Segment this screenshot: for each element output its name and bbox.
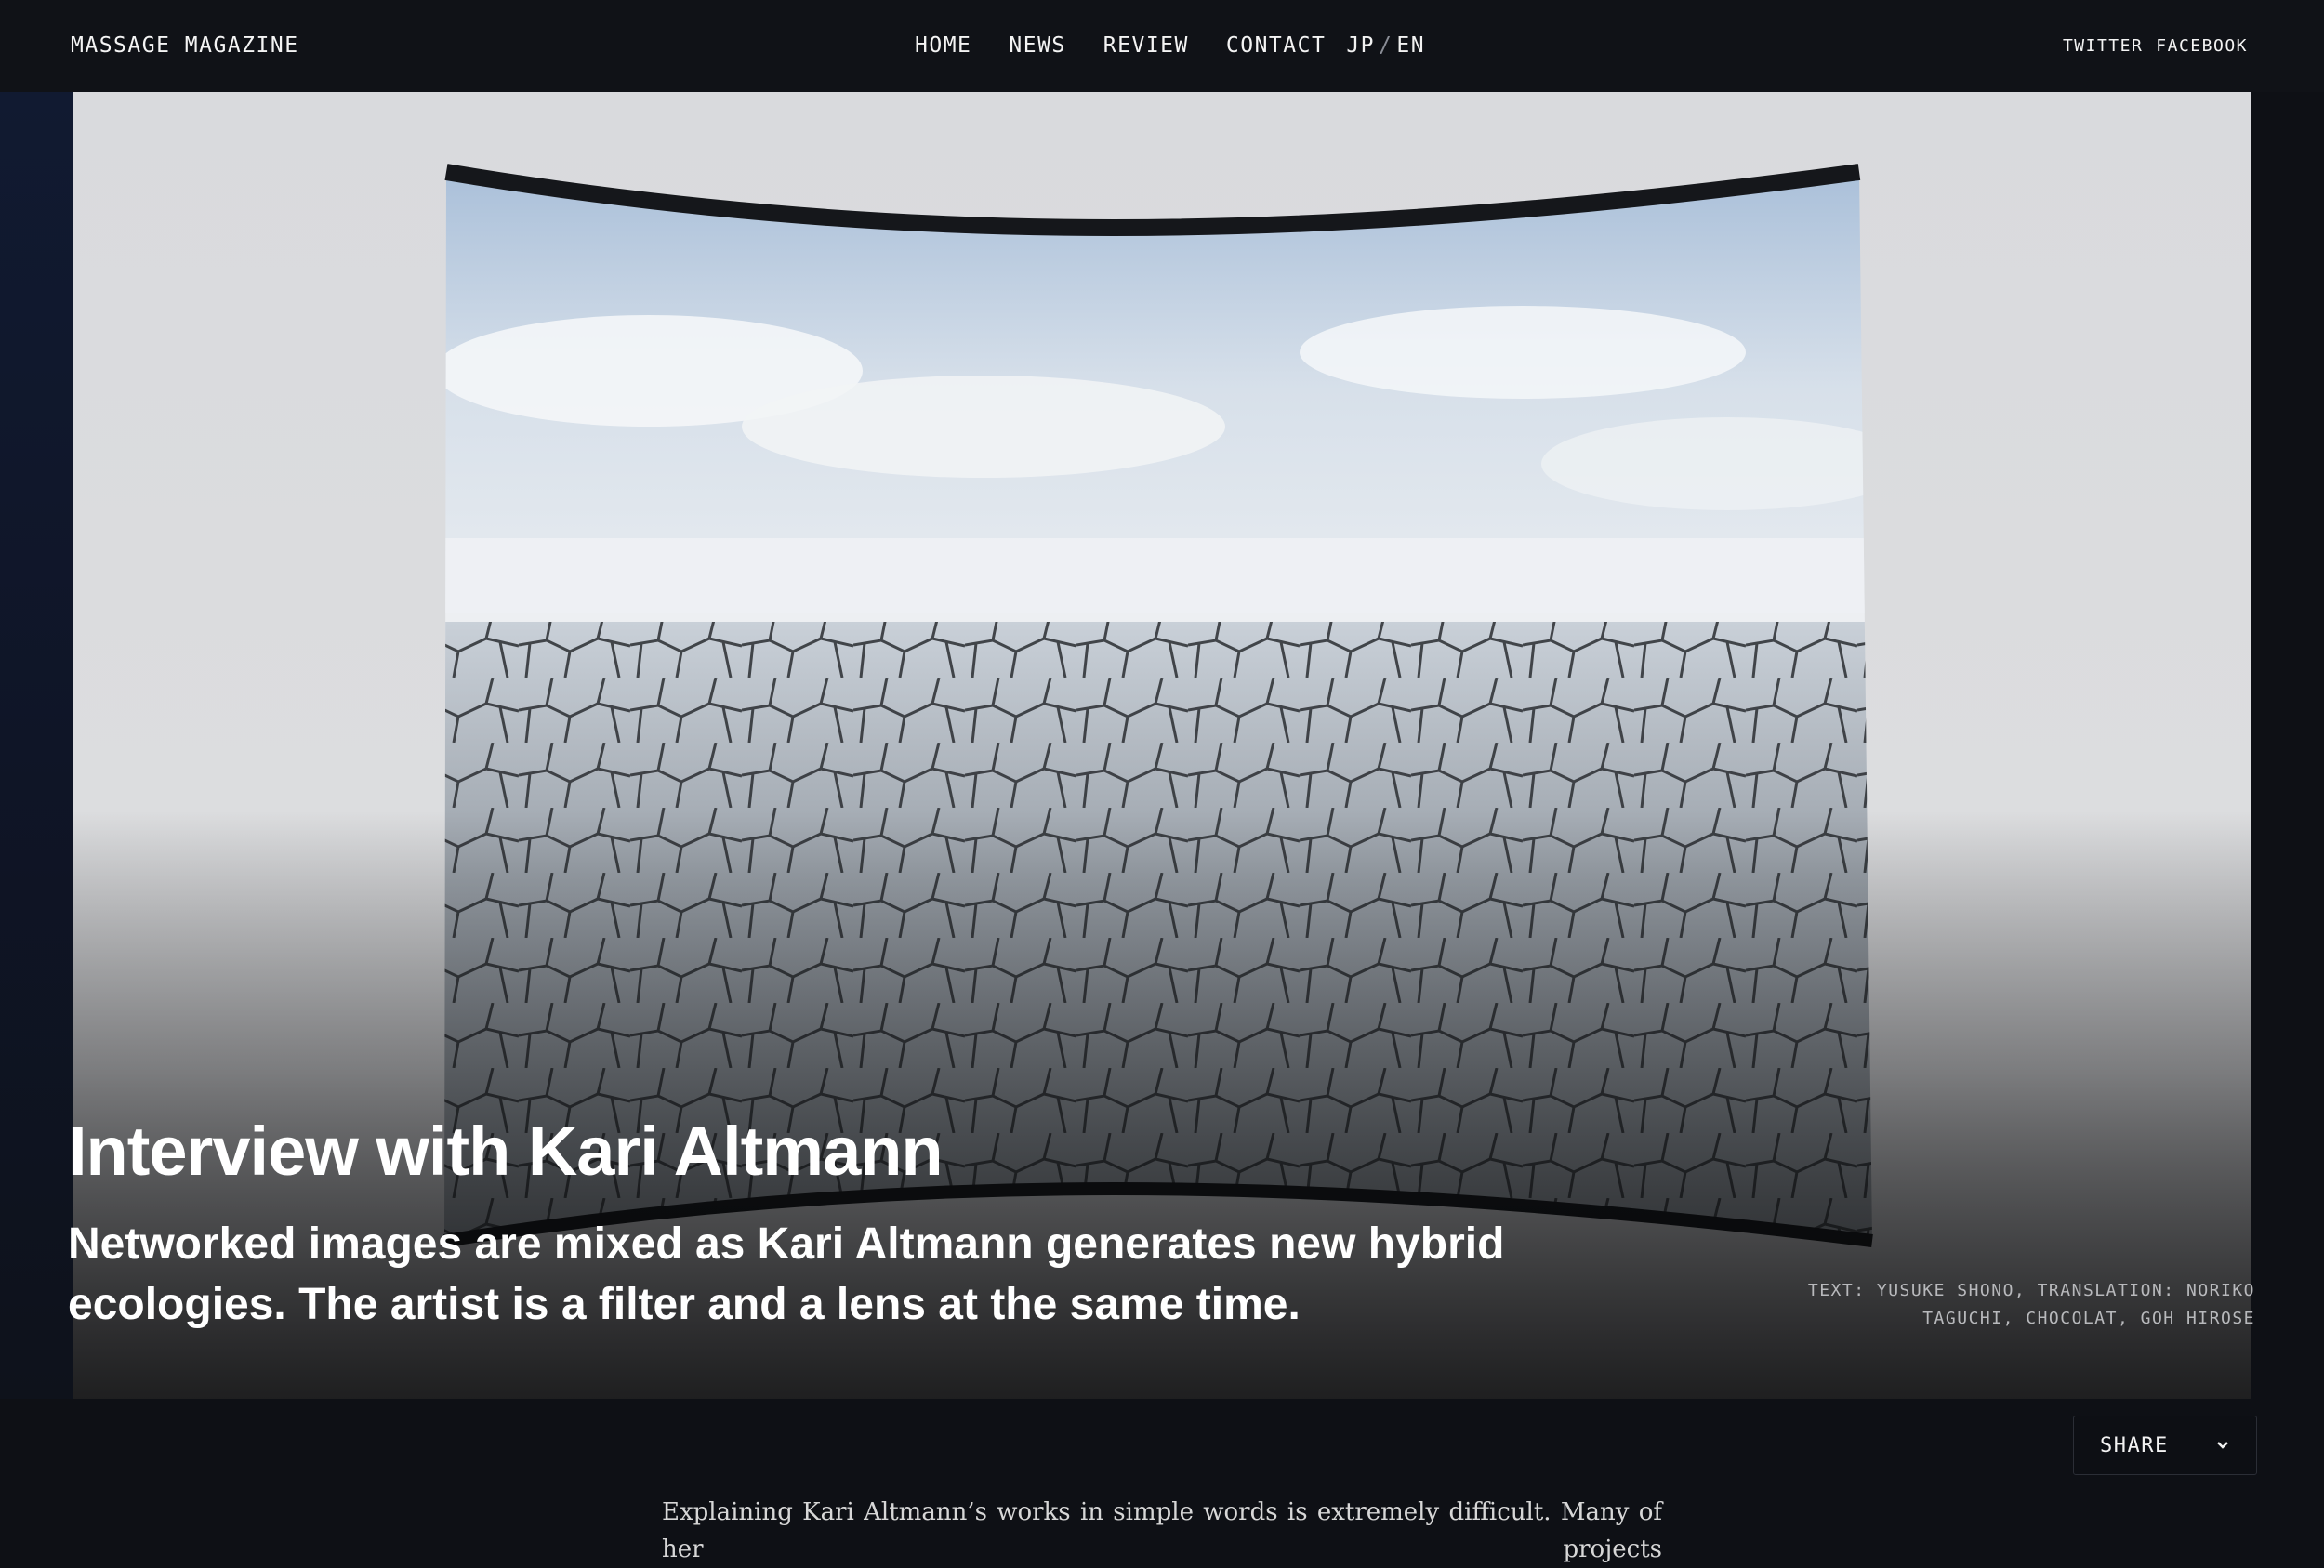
nav-contact[interactable]: CONTACT [1226, 33, 1326, 58]
facebook-link[interactable]: FACEBOOK [2156, 36, 2248, 56]
social-links: TWITTER FACEBOOK [2050, 36, 2248, 56]
nav-news[interactable]: NEWS [1009, 33, 1065, 58]
share-label: SHARE [2100, 1433, 2169, 1457]
hero-image [73, 92, 2251, 1399]
article-body: Explaining Kari Altmann’s works in simpl… [662, 1498, 1662, 1563]
main-nav: HOME NEWS REVIEW CONTACT JP / EN [915, 33, 1425, 58]
credits-line-2: TAGUCHI, CHOCOLAT, GOH HIROSE [1922, 1309, 2255, 1328]
lang-jp[interactable]: JP [1346, 33, 1375, 58]
lang-en[interactable]: EN [1396, 33, 1425, 58]
article-credits: TEXT: YUSUKE SHONO, TRANSLATION: NORIKO … [1735, 1277, 2255, 1333]
top-navigation-bar: MASSAGE MAGAZINE HOME NEWS REVIEW CONTAC… [0, 0, 2324, 92]
article-title: Interview with Kari Altmann [68, 1113, 944, 1190]
nav-review[interactable]: REVIEW [1103, 33, 1189, 58]
language-switcher: JP / EN [1346, 33, 1425, 58]
credits-line-1: TEXT: YUSUKE SHONO, TRANSLATION: NORIKO [1807, 1281, 2255, 1300]
left-edge-strip [0, 92, 73, 1399]
chevron-down-icon [2215, 1440, 2230, 1451]
share-button[interactable]: SHARE [2073, 1416, 2257, 1475]
hero-gradient-overlay [73, 92, 2251, 1399]
lang-separator: / [1379, 33, 1393, 58]
twitter-link[interactable]: TWITTER [2063, 36, 2143, 56]
site-logo[interactable]: MASSAGE MAGAZINE [71, 33, 299, 58]
nav-home[interactable]: HOME [915, 33, 971, 58]
article-lead: Networked images are mixed as Kari Altma… [68, 1219, 1505, 1329]
